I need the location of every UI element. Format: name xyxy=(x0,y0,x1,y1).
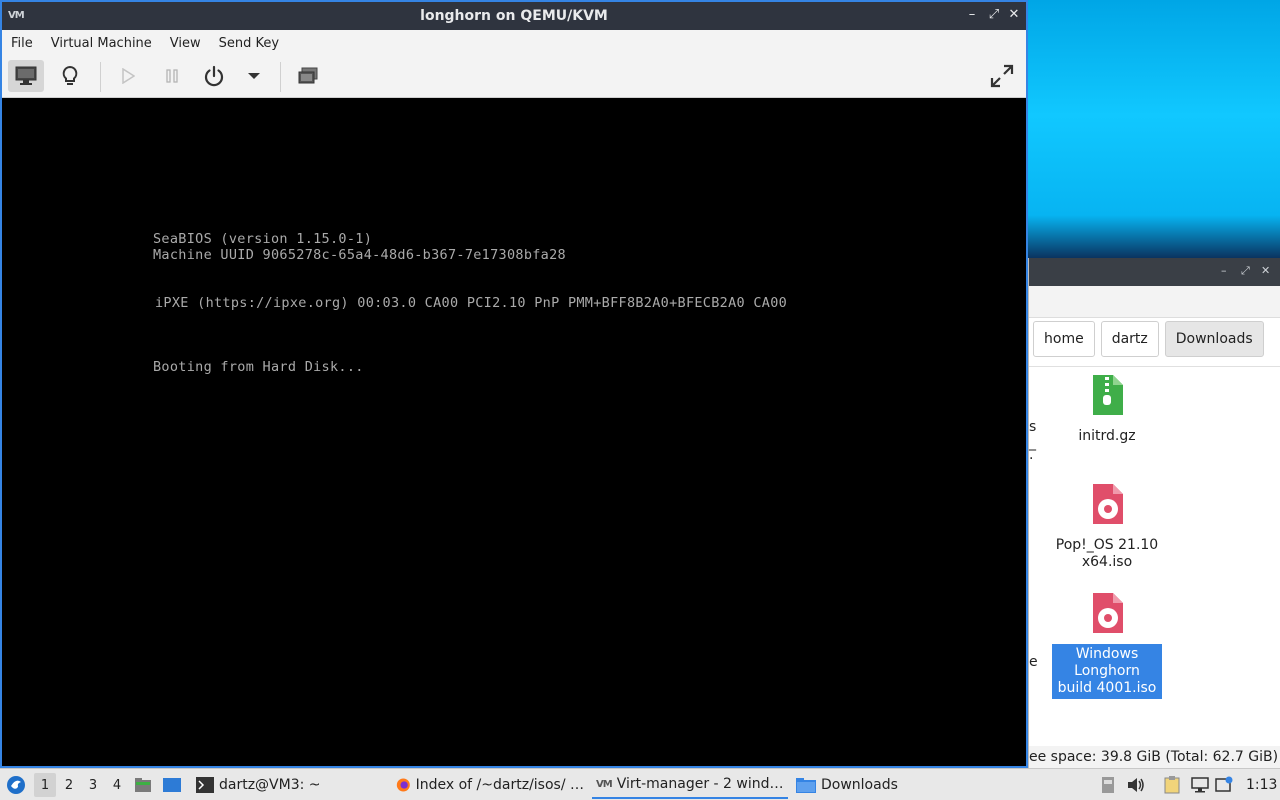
file-view[interactable]: s _ . e initrd.gz Pop!_OS 21.10 x64.iso xyxy=(1029,366,1280,746)
terminal-icon xyxy=(196,777,214,793)
play-icon xyxy=(122,68,135,84)
status-bar: ee space: 39.8 GiB (Total: 62.7 GiB) xyxy=(1029,746,1280,768)
fm-minimize-icon[interactable]: – xyxy=(1221,264,1227,277)
clipboard-icon[interactable] xyxy=(1162,775,1182,795)
start-menu-button[interactable] xyxy=(4,769,28,800)
toolbar-separator xyxy=(280,62,281,92)
console-line: SeaBIOS (version 1.15.0-1) xyxy=(153,231,373,247)
pause-icon xyxy=(166,69,178,83)
breadcrumb: home dartz Downloads xyxy=(1029,321,1280,357)
task-label: Virt-manager - 2 wind… xyxy=(616,776,784,792)
show-details-button[interactable] xyxy=(52,60,88,92)
snapshots-button[interactable] xyxy=(290,60,326,92)
network-icon[interactable] xyxy=(1190,775,1210,795)
firefox-icon xyxy=(396,778,410,792)
window-titlebar[interactable]: VM longhorn on QEMU/KVM – ⤢ ✕ xyxy=(2,2,1026,30)
disc-image-icon xyxy=(1093,593,1123,633)
run-button[interactable] xyxy=(110,60,146,92)
vm-console-display[interactable]: SeaBIOS (version 1.15.0-1) Machine UUID … xyxy=(2,98,1026,766)
file-name: initrd.gz xyxy=(1078,428,1136,444)
monitor-icon xyxy=(15,66,37,85)
volume-icon[interactable] xyxy=(1126,775,1146,795)
task-firefox[interactable]: Index of /~dartz/isos/ … xyxy=(392,771,588,799)
fm-close-icon[interactable]: ✕ xyxy=(1261,264,1270,277)
maximize-icon[interactable]: ⤢ xyxy=(986,7,1002,22)
file-item-popos-iso[interactable]: Pop!_OS 21.10 x64.iso xyxy=(1052,484,1162,573)
file-name: Pop!_OS 21.10 x64.iso xyxy=(1055,537,1159,570)
fullscreen-button[interactable] xyxy=(984,60,1020,92)
folder-icon xyxy=(796,778,816,793)
start-menu-icon xyxy=(7,776,25,794)
home-folder-icon xyxy=(135,778,151,792)
partial-filename: e xyxy=(1029,654,1038,670)
breadcrumb-downloads[interactable]: Downloads xyxy=(1164,321,1264,357)
toolbar-separator xyxy=(100,62,101,92)
dropdown-arrow-icon xyxy=(248,73,260,79)
partial-filename: . xyxy=(1029,447,1034,463)
menu-bar: File Virtual Machine View Send Key xyxy=(2,30,1026,56)
file-manager-titlebar[interactable]: – ⤢ ✕ xyxy=(1029,258,1280,286)
breadcrumb-dartz[interactable]: dartz xyxy=(1100,321,1159,357)
task-downloads[interactable]: Downloads xyxy=(792,771,912,799)
file-name: Windows Longhorn build 4001.iso xyxy=(1052,644,1162,699)
task-label: Index of /~dartz/isos/ … xyxy=(415,777,584,793)
taskbar: 1 2 3 4 dartz@VM3: ~ Index of /~dartz/is… xyxy=(0,768,1280,800)
breadcrumb-home[interactable]: home xyxy=(1033,321,1095,357)
task-virt-manager[interactable]: VM Virt-manager - 2 wind… xyxy=(592,771,788,799)
menu-view[interactable]: View xyxy=(170,36,201,51)
close-icon[interactable]: ✕ xyxy=(1006,7,1022,22)
workspace-1[interactable]: 1 xyxy=(34,773,56,797)
workspace-4[interactable]: 4 xyxy=(106,773,128,797)
virt-manager-icon: VM xyxy=(596,778,613,790)
workspace-3[interactable]: 3 xyxy=(82,773,104,797)
workspace-2[interactable]: 2 xyxy=(58,773,80,797)
task-label: Downloads xyxy=(821,777,898,793)
snapshots-icon xyxy=(298,67,318,84)
task-terminal[interactable]: dartz@VM3: ~ xyxy=(192,771,392,799)
menu-send-key[interactable]: Send Key xyxy=(219,36,279,51)
desktop-icon xyxy=(163,778,181,792)
show-console-button[interactable] xyxy=(8,60,44,92)
lightbulb-icon xyxy=(62,65,78,85)
window-title: longhorn on QEMU/KVM xyxy=(420,8,608,24)
file-item-longhorn-iso[interactable]: Windows Longhorn build 4001.iso xyxy=(1052,593,1162,699)
disc-image-icon xyxy=(1093,484,1123,524)
minimize-icon[interactable]: – xyxy=(964,7,980,22)
task-label: dartz@VM3: ~ xyxy=(219,777,321,793)
file-manager-toolbar xyxy=(1029,286,1280,318)
toolbar xyxy=(2,56,1026,98)
menu-file[interactable]: File xyxy=(11,36,33,51)
power-icon xyxy=(204,65,224,87)
partial-filename: s xyxy=(1029,419,1037,435)
file-manager-launcher[interactable] xyxy=(134,769,154,800)
file-item-initrd[interactable]: initrd.gz xyxy=(1052,375,1162,447)
fm-maximize-icon[interactable]: ⤢ xyxy=(1241,264,1250,278)
clock[interactable]: 1:13 xyxy=(1246,769,1278,800)
shutdown-options-dropdown[interactable] xyxy=(236,60,272,92)
shutdown-button[interactable] xyxy=(196,60,232,92)
console-line: Machine UUID 9065278c-65a4-48d6-b367-7e1… xyxy=(153,247,566,263)
console-line: iPXE (https://ipxe.org) 00:03.0 CA00 PCI… xyxy=(155,295,788,311)
removable-drive-icon[interactable] xyxy=(1098,775,1118,795)
virt-manager-icon: VM xyxy=(8,10,25,21)
console-line: Booting from Hard Disk... xyxy=(153,359,364,375)
file-manager-window[interactable]: – ⤢ ✕ home dartz Downloads s _ . e initr… xyxy=(1028,258,1280,768)
pause-button[interactable] xyxy=(154,60,190,92)
archive-icon xyxy=(1093,375,1123,415)
fullscreen-icon xyxy=(990,64,1014,88)
notifications-icon[interactable] xyxy=(1214,775,1234,795)
show-desktop-button[interactable] xyxy=(162,769,184,800)
vm-console-window[interactable]: VM longhorn on QEMU/KVM – ⤢ ✕ File Virtu… xyxy=(0,0,1028,768)
menu-virtual-machine[interactable]: Virtual Machine xyxy=(51,36,152,51)
